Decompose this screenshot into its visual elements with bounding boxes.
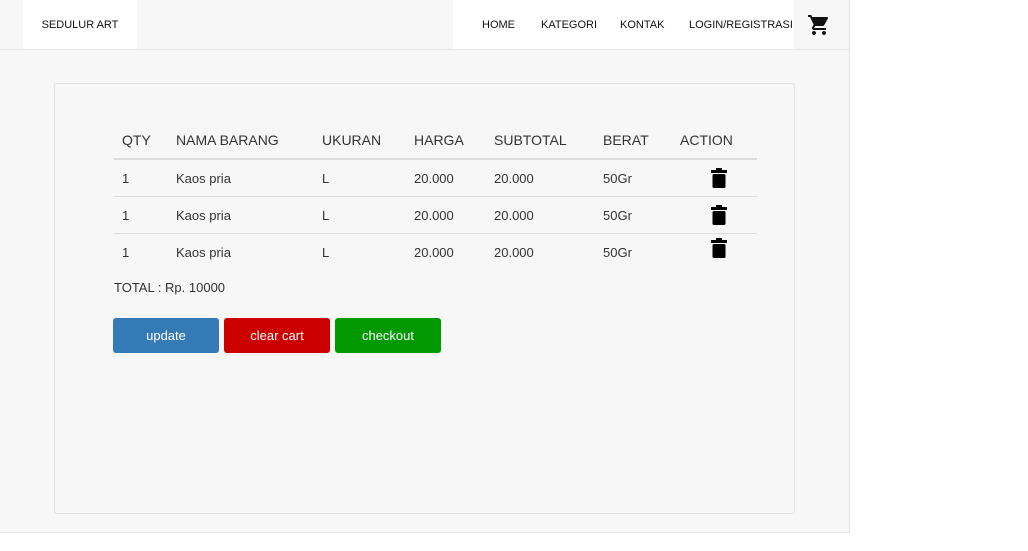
cell-qty: 1	[122, 244, 130, 260]
cell-price: 20.000	[406, 159, 486, 197]
nav-kategori[interactable]: KATEGORI	[541, 0, 597, 49]
cell-name: Kaos pria	[168, 196, 314, 234]
shopping-cart-icon[interactable]	[807, 13, 831, 37]
header-berat: BERAT	[595, 121, 672, 160]
trash-icon[interactable]	[710, 238, 727, 259]
cell-price: 20.000	[406, 196, 486, 234]
cell-name: Kaos pria	[168, 159, 314, 197]
cell-weight: 50Gr	[595, 196, 672, 234]
cart-total: TOTAL : Rp. 10000	[114, 280, 226, 295]
nav-menu: HOME KATEGORI KONTAK LOGIN/REGISTRASI	[453, 0, 794, 49]
header-action: ACTION	[672, 121, 757, 160]
cart-table: QTY NAMA BARANG UKURAN HARGA SUBTOTAL BE…	[114, 121, 757, 270]
cell-weight: 50Gr	[603, 244, 632, 260]
cell-price: 20.000	[414, 244, 454, 260]
nav-login-registrasi[interactable]: LOGIN/REGISTRASI	[689, 0, 793, 49]
cell-subtotal: 20.000	[486, 196, 595, 234]
header-subtotal: SUBTOTAL	[486, 121, 595, 160]
table-header-row: QTY NAMA BARANG UKURAN HARGA SUBTOTAL BE…	[114, 121, 757, 160]
brand-link[interactable]: SEDULUR ART	[23, 0, 137, 49]
clear-cart-button[interactable]: clear cart	[224, 318, 330, 353]
trash-icon[interactable]	[710, 205, 727, 225]
cell-action	[672, 159, 757, 197]
cell-action	[672, 234, 757, 271]
cell-qty: 1	[114, 196, 168, 234]
header-nama-barang: NAMA BARANG	[168, 121, 314, 160]
cell-subtotal: 20.000	[486, 159, 595, 197]
nav-home[interactable]: HOME	[482, 0, 515, 49]
navbar: SEDULUR ART HOME KATEGORI KONTAK LOGIN/R…	[0, 0, 849, 50]
header-ukuran: UKURAN	[314, 121, 406, 160]
checkout-button[interactable]: checkout	[335, 318, 441, 353]
header-harga: HARGA	[406, 121, 486, 160]
cell-subtotal: 20.000	[494, 244, 534, 260]
cell-name: Kaos pria	[176, 244, 231, 260]
trash-icon[interactable]	[710, 168, 727, 188]
table-row: 1 Kaos pria L 20.000 20.000 50Gr	[114, 159, 757, 197]
cell-size: L	[314, 159, 406, 197]
table-row: 1 Kaos pria L 20.000 20.000 50Gr	[114, 196, 757, 234]
cell-size: L	[314, 196, 406, 234]
table-row: 1 Kaos pria L 20.000 20.000 50Gr	[114, 234, 757, 271]
nav-kontak[interactable]: KONTAK	[620, 0, 664, 49]
header-qty: QTY	[114, 121, 168, 160]
cell-weight: 50Gr	[595, 159, 672, 197]
cell-size: L	[322, 244, 330, 260]
update-button[interactable]: update	[113, 318, 219, 353]
cell-action	[672, 196, 757, 234]
cell-qty: 1	[114, 159, 168, 197]
